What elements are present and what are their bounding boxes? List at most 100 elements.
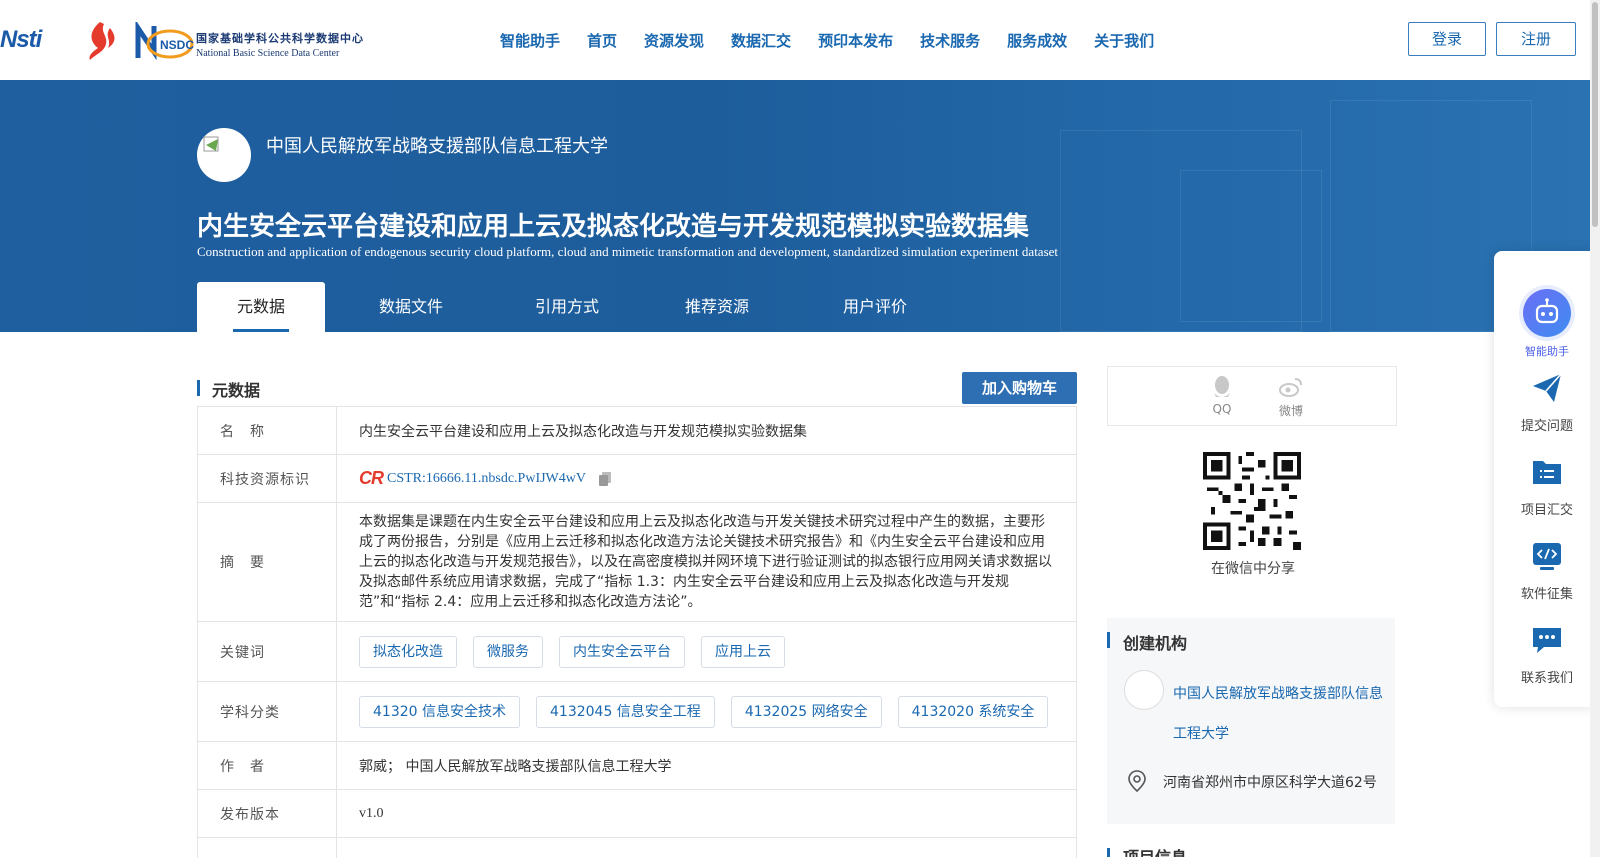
wechat-qr-code (1203, 452, 1301, 550)
login-button[interactable]: 登录 (1408, 22, 1486, 56)
table-row: 学科分类 41320 信息安全技术 4132045 信息安全工程 4132025… (197, 682, 1077, 742)
keyword-tag[interactable]: 拟态化改造 (359, 635, 457, 668)
dataset-name-value: 内生安全云平台建设和应用上云及拟态化改造与开发规范模拟实验数据集 (359, 423, 807, 440)
table-row: 科技资源标识 CR CSTR:16666.11.nbsdc.PwIJW4wV (197, 455, 1077, 503)
location-pin-icon (1128, 770, 1146, 792)
creator-address: 河南省郑州市中原区科学大道62号 (1163, 775, 1377, 791)
abstract-cell: 本数据集是课题在内生安全云平台建设和应用上云及拟态化改造与开发关键技术研究过程中… (337, 503, 1076, 621)
table-row: 关键词 拟态化改造 微服务 内生安全云平台 应用上云 (197, 622, 1077, 682)
nav-home[interactable]: 首页 (587, 30, 617, 51)
floating-tool-panel: 智能助手 提交问题 项目汇交 软件征集 联系我们 (1494, 251, 1600, 707)
float-contact-us[interactable]: 联系我们 (1494, 623, 1600, 686)
keyword-tag[interactable]: 应用上云 (701, 635, 785, 668)
qq-label: QQ (1212, 402, 1232, 416)
float-project-submission[interactable]: 项目汇交 (1494, 455, 1600, 518)
folder-list-icon (1533, 461, 1561, 484)
row-label: 摘 要 (198, 503, 337, 621)
tab-data-files[interactable]: 数据文件 (325, 282, 497, 332)
main-nav: 智能助手 首页 资源发现 数据汇交 预印本发布 技术服务 服务成效 关于我们 (500, 0, 1181, 80)
nav-resource-discovery[interactable]: 资源发现 (644, 30, 704, 51)
nsdc-badge-text: NSDC (160, 38, 194, 52)
row-label: 科技资源标识 (198, 455, 337, 502)
add-to-cart-button[interactable]: 加入购物车 (962, 372, 1077, 404)
row-label: 名 称 (198, 407, 337, 454)
dataset-subtitle: Construction and application of endogeno… (197, 244, 1059, 259)
nav-data-submission[interactable]: 数据汇交 (731, 30, 791, 51)
weibo-icon (1279, 378, 1302, 397)
copy-icon[interactable] (598, 471, 612, 487)
partner-logo-icon[interactable] (80, 18, 124, 62)
subject-tag[interactable]: 4132045 信息安全工程 (536, 695, 715, 728)
nsdc-logo-text: 国家基础学科公共科学数据中心 National Basic Science Da… (196, 30, 364, 59)
float-submit-question[interactable]: 提交问题 (1494, 371, 1600, 434)
tab-citation[interactable]: 引用方式 (497, 282, 637, 332)
identifier-cell: CR CSTR:16666.11.nbsdc.PwIJW4wV (337, 455, 1076, 502)
nav-about[interactable]: 关于我们 (1094, 30, 1154, 51)
row-label: 关键词 (198, 622, 337, 681)
wechat-share-caption: 在微信中分享 (1211, 561, 1295, 577)
row-label (198, 838, 337, 858)
float-project-label: 项目汇交 (1520, 503, 1573, 518)
tab-recommended[interactable]: 推荐资源 (637, 282, 797, 332)
code-icon (1533, 543, 1561, 570)
subject-tag[interactable]: 4132020 系统安全 (897, 695, 1049, 728)
weibo-label: 微博 (1278, 404, 1303, 418)
dataset-title: 内生安全云平台建设和应用上云及拟态化改造与开发规范模拟实验数据集 (197, 212, 1030, 242)
subjects-cell: 41320 信息安全技术 4132045 信息安全工程 4132025 网络安全… (337, 682, 1084, 741)
banner-decoration (1180, 170, 1322, 322)
abstract-text: 本数据集是课题在内生安全云平台建设和应用上云及拟态化改造与开发关键技术研究过程中… (359, 514, 1052, 610)
table-row: 发布版本 v1.0 (197, 790, 1077, 838)
org-avatar[interactable] (197, 128, 251, 182)
table-row (197, 838, 1077, 858)
keyword-tag[interactable]: 微服务 (473, 635, 543, 668)
share-qq[interactable]: QQ (1202, 375, 1242, 416)
metadata-section-title: 元数据 (212, 381, 261, 400)
dataset-tabs: 元数据 数据文件 引用方式 推荐资源 用户评价 (197, 282, 953, 332)
nav-preprint[interactable]: 预印本发布 (818, 30, 893, 51)
subject-tag[interactable]: 4132025 网络安全 (730, 695, 882, 728)
float-submit-label: 提交问题 (1520, 419, 1573, 434)
share-box: QQ 微博 (1107, 366, 1397, 426)
tab-reviews[interactable]: 用户评价 (797, 282, 953, 332)
float-contact-label: 联系我们 (1520, 671, 1573, 686)
float-software-collection[interactable]: 软件征集 (1494, 539, 1600, 602)
cstr-identifier[interactable]: CR CSTR:16666.11.nbsdc.PwIJW4wV (359, 468, 586, 489)
tab-metadata[interactable]: 元数据 (197, 282, 325, 332)
table-row: 作 者 郭威； 中国人民解放军战略支援部队信息工程大学 (197, 742, 1077, 790)
broken-image-icon (203, 136, 219, 152)
row-label: 作 者 (198, 742, 337, 789)
cstr-logo[interactable]: Nsti (0, 26, 42, 54)
nav-service-results[interactable]: 服务成效 (1007, 30, 1067, 51)
creator-title: 创建机构 (1123, 634, 1188, 653)
metadata-table: 名 称 内生安全云平台建设和应用上云及拟态化改造与开发规范模拟实验数据集 科技资… (197, 406, 1077, 858)
float-ai-label: 智能助手 (1525, 345, 1569, 358)
nsdc-name-cn: 国家基础学科公共科学数据中心 (196, 32, 364, 45)
keywords-cell: 拟态化改造 微服务 内生安全云平台 应用上云 (337, 622, 1076, 681)
section-marker (1107, 632, 1110, 648)
scrollbar-thumb[interactable] (1592, 2, 1598, 227)
creator-avatar[interactable] (1124, 670, 1164, 710)
page-scrollbar[interactable] (1590, 0, 1600, 857)
robot-icon (1523, 289, 1571, 337)
nsdc-name-en: National Basic Science Data Center (196, 48, 340, 59)
keyword-tag[interactable]: 内生安全云平台 (559, 635, 685, 668)
section-marker (197, 380, 200, 396)
creator-card: 创建机构 中国人民解放军战略支援部队信息工程大学 河南省郑州市中原区科学大道62… (1107, 618, 1395, 824)
top-header: Nsti NSDC 国家基础学科公共科学数据中心 National Basic … (0, 0, 1600, 81)
authors-value: 郭威； 中国人民解放军战略支援部队信息工程大学 (359, 758, 672, 775)
subject-tag[interactable]: 41320 信息安全技术 (359, 695, 520, 728)
float-ai-assistant[interactable]: 智能助手 (1494, 289, 1600, 359)
table-row: 名 称 内生安全云平台建设和应用上云及拟态化改造与开发规范模拟实验数据集 (197, 407, 1077, 455)
cstr-value: CSTR:16666.11.nbsdc.PwIJW4wV (387, 470, 586, 486)
qq-icon (1214, 376, 1230, 397)
nsdc-logo-icon[interactable]: NSDC (134, 22, 194, 62)
register-button[interactable]: 注册 (1496, 22, 1576, 56)
section-marker (1107, 848, 1110, 857)
share-weibo[interactable]: 微博 (1271, 375, 1311, 419)
org-name[interactable]: 中国人民解放军战略支援部队信息工程大学 (266, 132, 608, 158)
creator-name-link[interactable]: 中国人民解放军战略支援部队信息工程大学 (1173, 674, 1383, 754)
metadata-section-header: 元数据 加入购物车 (197, 372, 1077, 406)
cstr-logo-icon: CR (359, 468, 384, 488)
nav-tech-services[interactable]: 技术服务 (920, 30, 980, 51)
nav-ai-assistant[interactable]: 智能助手 (500, 30, 560, 51)
